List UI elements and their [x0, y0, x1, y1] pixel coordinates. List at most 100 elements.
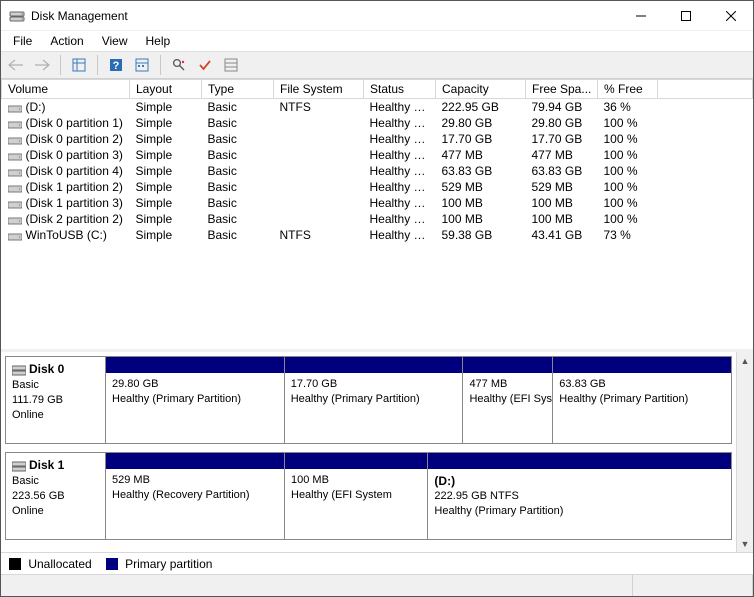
- app-icon: [9, 8, 25, 24]
- volume-name: WinToUSB (C:): [26, 228, 107, 242]
- table-row[interactable]: (Disk 1 partition 3)SimpleBasicHealthy (…: [2, 195, 753, 211]
- legend-unallocated: Unallocated: [9, 557, 92, 571]
- volume-fs: [274, 179, 364, 195]
- swatch-unallocated-icon: [9, 558, 21, 570]
- apply-button[interactable]: [194, 54, 216, 76]
- table-row[interactable]: (Disk 0 partition 4)SimpleBasicHealthy (…: [2, 163, 753, 179]
- table-row[interactable]: (D:)SimpleBasicNTFSHealthy (P...222.95 G…: [2, 99, 753, 116]
- disk-map-pane: Disk 0Basic111.79 GBOnline29.80 GBHealth…: [1, 352, 753, 552]
- minimize-button[interactable]: [618, 1, 663, 30]
- volume-icon: [8, 215, 22, 225]
- disk-label: Disk 1: [29, 458, 64, 472]
- volume-fs: [274, 195, 364, 211]
- volume-name: (Disk 0 partition 1): [26, 116, 123, 130]
- table-row[interactable]: WinToUSB (C:)SimpleBasicNTFSHealthy (B..…: [2, 227, 753, 243]
- partition[interactable]: 29.80 GBHealthy (Primary Partition): [106, 357, 285, 443]
- partition-body: 100 MBHealthy (EFI System: [285, 469, 427, 539]
- menu-view[interactable]: View: [94, 32, 136, 50]
- disk-map-scroll[interactable]: Disk 0Basic111.79 GBOnline29.80 GBHealth…: [1, 352, 736, 552]
- window-title: Disk Management: [31, 9, 128, 23]
- col-type[interactable]: Type: [202, 80, 274, 99]
- partition[interactable]: (D:)222.95 GB NTFSHealthy (Primary Parti…: [428, 453, 731, 539]
- col-volume[interactable]: Volume: [2, 80, 130, 99]
- volume-icon: [8, 119, 22, 129]
- volume-pct: 36 %: [598, 99, 658, 116]
- volume-pct: 100 %: [598, 131, 658, 147]
- partition-status: Healthy (EFI Sys: [469, 392, 546, 407]
- disk-type: Basic: [12, 378, 99, 393]
- volume-capacity: 29.80 GB: [436, 115, 526, 131]
- col-capacity[interactable]: Capacity: [436, 80, 526, 99]
- help-button[interactable]: ?: [105, 54, 127, 76]
- scroll-down-button[interactable]: ▼: [737, 535, 753, 552]
- maximize-button[interactable]: [663, 1, 708, 30]
- volume-type: Basic: [202, 115, 274, 131]
- disk-row[interactable]: Disk 1Basic223.56 GBOnline529 MBHealthy …: [5, 452, 732, 540]
- volume-type: Basic: [202, 211, 274, 227]
- table-row[interactable]: (Disk 0 partition 2)SimpleBasicHealthy (…: [2, 131, 753, 147]
- volume-free: 477 MB: [526, 147, 598, 163]
- partition[interactable]: 63.83 GBHealthy (Primary Partition): [553, 357, 731, 443]
- partition-stripe: [428, 453, 731, 469]
- list-view-button[interactable]: [220, 54, 242, 76]
- menubar: File Action View Help: [1, 31, 753, 51]
- partition-status: Healthy (Primary Partition): [291, 392, 457, 407]
- menu-help[interactable]: Help: [138, 32, 179, 50]
- volume-capacity: 59.38 GB: [436, 227, 526, 243]
- volume-pct: 100 %: [598, 163, 658, 179]
- refresh-button[interactable]: [168, 54, 190, 76]
- col-status[interactable]: Status: [364, 80, 436, 99]
- volume-status: Healthy (E...: [364, 211, 436, 227]
- table-row[interactable]: (Disk 2 partition 2)SimpleBasicHealthy (…: [2, 211, 753, 227]
- volume-fs: NTFS: [274, 99, 364, 116]
- volume-type: Basic: [202, 227, 274, 243]
- volume-pct: 100 %: [598, 195, 658, 211]
- volume-capacity: 477 MB: [436, 147, 526, 163]
- volume-name: (Disk 0 partition 4): [26, 164, 123, 178]
- volume-capacity: 17.70 GB: [436, 131, 526, 147]
- table-row[interactable]: (Disk 1 partition 2)SimpleBasicHealthy (…: [2, 179, 753, 195]
- toggle-tree-button[interactable]: [68, 54, 90, 76]
- disk-icon: [12, 364, 26, 376]
- col-fs[interactable]: File System: [274, 80, 364, 99]
- col-layout[interactable]: Layout: [130, 80, 202, 99]
- scroll-up-button[interactable]: ▲: [737, 352, 753, 369]
- volume-free: 100 MB: [526, 195, 598, 211]
- col-pct[interactable]: % Free: [598, 80, 658, 99]
- volume-table: Volume Layout Type File System Status Ca…: [1, 79, 753, 243]
- partition[interactable]: 17.70 GBHealthy (Primary Partition): [285, 357, 464, 443]
- partition[interactable]: 477 MBHealthy (EFI Sys: [463, 357, 553, 443]
- table-row[interactable]: (Disk 0 partition 3)SimpleBasicHealthy (…: [2, 147, 753, 163]
- volume-name: (Disk 1 partition 2): [26, 180, 123, 194]
- menu-action[interactable]: Action: [42, 32, 91, 50]
- col-empty[interactable]: [658, 80, 753, 99]
- volume-icon: [8, 183, 22, 193]
- volume-free: 100 MB: [526, 211, 598, 227]
- partition-body: (D:)222.95 GB NTFSHealthy (Primary Parti…: [428, 469, 731, 539]
- close-button[interactable]: [708, 1, 753, 30]
- partition[interactable]: 529 MBHealthy (Recovery Partition): [106, 453, 285, 539]
- back-button[interactable]: [5, 54, 27, 76]
- toolbar-separator: [60, 55, 61, 75]
- volume-icon: [8, 199, 22, 209]
- statusbar: [1, 574, 753, 596]
- partition-status: Healthy (Primary Partition): [434, 504, 725, 519]
- volume-status: Healthy (R...: [364, 179, 436, 195]
- forward-button[interactable]: [31, 54, 53, 76]
- partition[interactable]: 100 MBHealthy (EFI System: [285, 453, 428, 539]
- col-free[interactable]: Free Spa...: [526, 80, 598, 99]
- table-row[interactable]: (Disk 0 partition 1)SimpleBasicHealthy (…: [2, 115, 753, 131]
- settings-button[interactable]: [131, 54, 153, 76]
- volume-list-pane[interactable]: Volume Layout Type File System Status Ca…: [1, 79, 753, 352]
- partition-container: 529 MBHealthy (Recovery Partition)100 MB…: [106, 453, 731, 539]
- partition-stripe: [285, 357, 463, 373]
- partition-container: 29.80 GBHealthy (Primary Partition)17.70…: [106, 357, 731, 443]
- menu-file[interactable]: File: [5, 32, 40, 50]
- disk-row[interactable]: Disk 0Basic111.79 GBOnline29.80 GBHealth…: [5, 356, 732, 444]
- volume-fs: [274, 115, 364, 131]
- vertical-scrollbar[interactable]: ▲ ▼: [736, 352, 753, 552]
- partition-body: 477 MBHealthy (EFI Sys: [463, 373, 552, 443]
- volume-status: Healthy (B...: [364, 227, 436, 243]
- legend: Unallocated Primary partition: [1, 552, 753, 574]
- disk-status: Online: [12, 408, 99, 423]
